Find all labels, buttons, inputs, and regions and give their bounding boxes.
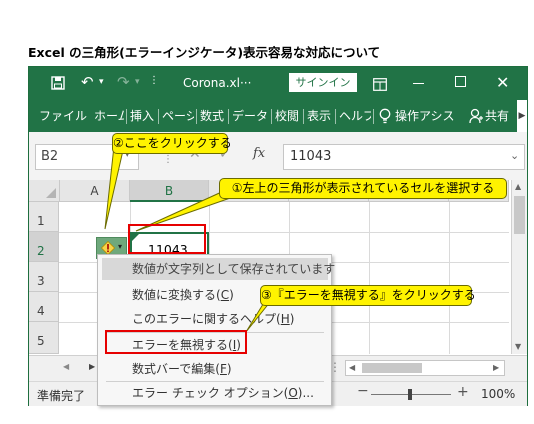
highlight-cell-b2: [128, 224, 206, 254]
callout-step2: ②ここをクリックする: [112, 133, 232, 154]
callout-step1: ①左上の三角形が表示されているセルを選択する: [219, 178, 507, 199]
callout-pointer-step2: [104, 145, 125, 230]
callout-step3: ③『エラーを無視する』をクリックする: [260, 285, 476, 306]
callout-pointers: [104, 145, 280, 333]
highlight-ignore-error: [105, 330, 247, 354]
